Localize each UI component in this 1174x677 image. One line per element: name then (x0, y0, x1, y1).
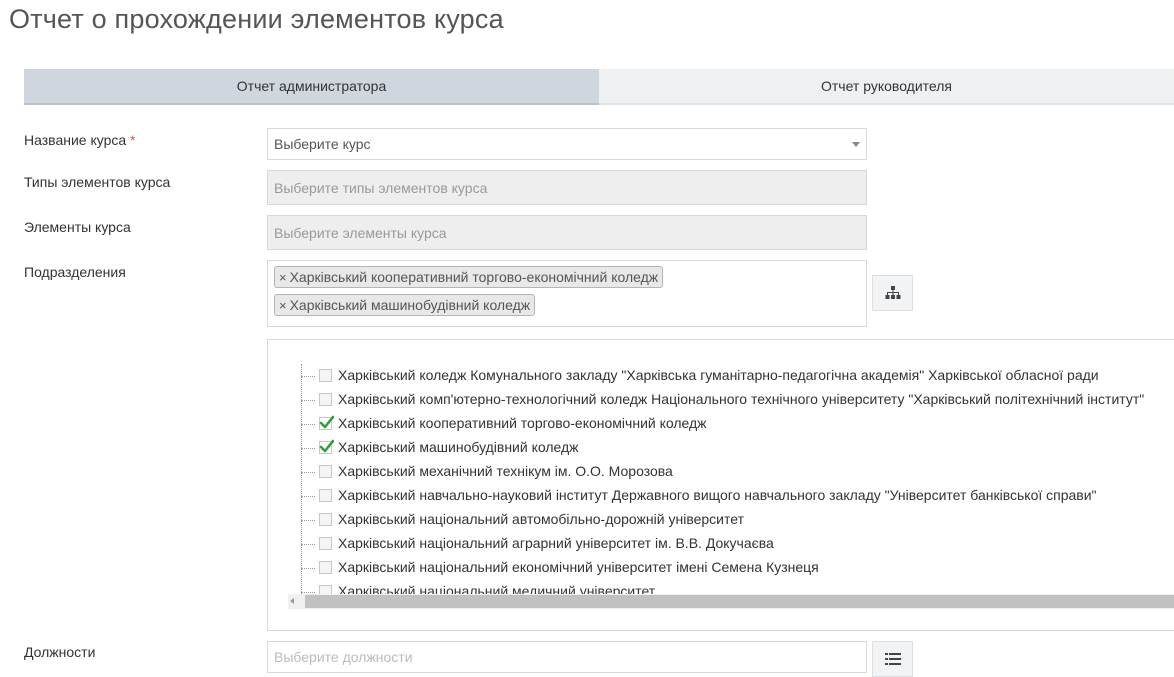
tree-item-label: Харківський коледж Комунального закладу … (338, 367, 1099, 383)
tree-connector (301, 544, 315, 545)
sitemap-icon (885, 286, 900, 299)
scroll-left-icon[interactable] (290, 598, 294, 604)
tab-admin-report[interactable]: Отчет администратора (24, 69, 599, 105)
department-tag-label: Харківський машинобудівний коледж (289, 297, 531, 313)
department-tree-panel: Харківський коледж Комунального закладу … (267, 339, 1174, 631)
department-tag: × Харківський кооперативний торгово-екон… (274, 266, 664, 288)
tree-item[interactable]: Харківський національний аграрний універ… (268, 532, 1174, 556)
tree-item-checkbox[interactable] (319, 393, 332, 406)
list-icon (884, 653, 901, 665)
tree-item-checkbox[interactable] (319, 489, 332, 502)
elements-placeholder: Выберите элементы курса (274, 224, 447, 241)
tree-item-checkbox[interactable] (319, 369, 332, 382)
tree-item-label: Харківський механічний технікум ім. О.О.… (338, 463, 673, 479)
tree-connector (301, 448, 315, 449)
tree-item-checkbox[interactable] (319, 439, 334, 454)
course-label-text: Название курса (24, 132, 127, 148)
tree-item[interactable]: Харківський національний автомобільно-до… (268, 508, 1174, 532)
tree-connector (301, 496, 315, 497)
tree-item-checkbox[interactable] (319, 513, 332, 526)
tree-item[interactable]: Харківський національний економічний уні… (268, 556, 1174, 580)
positions-list-button[interactable] (872, 641, 913, 677)
required-mark: * (130, 132, 136, 148)
tree-item-checkbox[interactable] (319, 537, 332, 550)
tree-item[interactable]: Харківський кооперативний торгово-економ… (268, 412, 1174, 436)
course-select[interactable]: Выберите курс (267, 128, 867, 160)
report-tabs: Отчет администратора Отчет руководителя (24, 69, 1174, 105)
tree-item-label: Харківський національний аграрний універ… (338, 535, 774, 551)
tree-item[interactable]: Харківський коледж Комунального закладу … (268, 364, 1174, 388)
element-types-placeholder: Выберите типы элементов курса (274, 179, 488, 196)
tree-item-label: Харківський національний автомобільно-до… (338, 511, 744, 527)
remove-tag-icon[interactable]: × (279, 298, 287, 313)
tree-item[interactable]: Харківський навчально-науковий інститут … (268, 484, 1174, 508)
tree-item-label: Харківський навчально-науковий інститут … (338, 487, 1097, 503)
tree-connector (301, 472, 315, 473)
departments-label: Подразделения (24, 264, 126, 280)
element-types-select[interactable]: Выберите типы элементов курса (267, 170, 867, 205)
tree-connector (301, 400, 315, 401)
checkmark-icon (319, 439, 334, 453)
department-tag: × Харківський машинобудівний коледж (274, 294, 536, 316)
tree-item-label: Харківський кооперативний торгово-економ… (338, 415, 707, 431)
tree-item[interactable]: Харківський комп'ютерно-технологічний ко… (268, 388, 1174, 412)
tree-connector (301, 376, 315, 377)
checkmark-icon (319, 415, 334, 429)
tree-connector (301, 592, 315, 593)
tree-connector (301, 520, 315, 521)
horizontal-scrollbar[interactable] (288, 594, 1174, 609)
tree-item-label: Харківський національний економічний уні… (338, 559, 819, 575)
tree-item-label: Харківський машинобудівний коледж (338, 439, 579, 455)
department-tree-button[interactable] (872, 275, 913, 311)
tree-item-label: Харківський національний медичний універ… (338, 583, 656, 594)
course-select-placeholder: Выберите курс (274, 136, 371, 152)
department-tag-label: Харківський кооперативний торгово-економ… (289, 269, 659, 285)
tree-item-checkbox[interactable] (319, 415, 334, 430)
elements-select[interactable]: Выберите элементы курса (267, 215, 867, 250)
positions-label: Должности (24, 644, 96, 660)
tree-item[interactable]: Харківський національний медичний універ… (268, 580, 1174, 594)
tree-item-checkbox[interactable] (319, 465, 332, 478)
tree-connector (301, 424, 315, 425)
tree-item[interactable]: Харківський механічний технікум ім. О.О.… (268, 460, 1174, 484)
tree-connector (301, 568, 315, 569)
elements-label: Элементы курса (24, 219, 131, 235)
departments-multiselect[interactable]: × Харківський кооперативний торгово-екон… (267, 260, 867, 327)
tab-manager-report[interactable]: Отчет руководителя (599, 69, 1174, 105)
tree-item-checkbox[interactable] (319, 561, 332, 574)
element-types-label: Типы элементов курса (24, 174, 171, 190)
tree-item-label: Харківський комп'ютерно-технологічний ко… (338, 391, 1145, 407)
positions-placeholder: Выберите должности (274, 649, 413, 665)
course-label: Название курса * (24, 132, 136, 148)
department-tree: Харківський коледж Комунального закладу … (268, 364, 1174, 594)
caret-down-icon (852, 142, 860, 147)
page-title: Отчет о прохождении элементов курса (9, 4, 504, 34)
scrollbar-thumb[interactable] (305, 595, 1174, 608)
tree-item-checkbox[interactable] (319, 585, 332, 594)
positions-select[interactable]: Выберите должности (267, 641, 867, 673)
tree-item[interactable]: Харківський машинобудівний коледж (268, 436, 1174, 460)
remove-tag-icon[interactable]: × (279, 270, 287, 285)
